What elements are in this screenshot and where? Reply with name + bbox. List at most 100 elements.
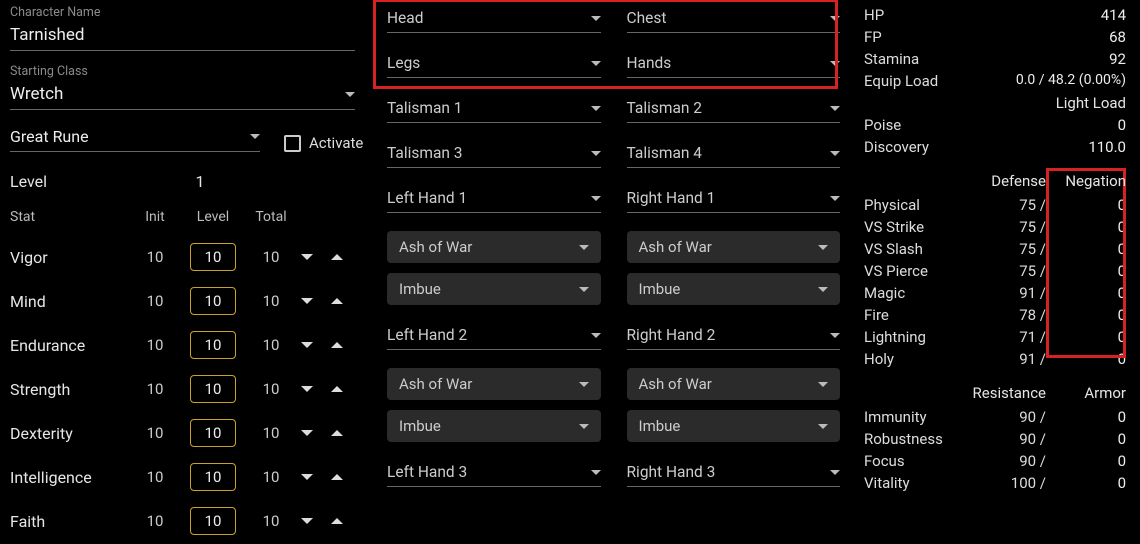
chevron-down-icon [579, 287, 589, 292]
stat-row-strength: Strength101010 [10, 375, 355, 403]
stat-decrease-button[interactable] [296, 246, 318, 268]
stat-name: Endurance [10, 336, 130, 355]
starting-class-select[interactable]: Wretch [10, 81, 355, 110]
right-hand-2-select[interactable]: Right Hand 2 [627, 323, 841, 350]
hp-row: HP414 [864, 6, 1126, 24]
stat-increase-button[interactable] [326, 466, 348, 488]
stat-name: Strength [10, 380, 130, 399]
chevron-down-icon [301, 518, 313, 524]
stat-decrease-button[interactable] [296, 290, 318, 312]
stat-level-input[interactable]: 10 [180, 463, 246, 491]
checkbox-icon[interactable] [284, 135, 301, 152]
stat-level-input[interactable]: 10 [180, 507, 246, 535]
left-hand-2-select[interactable]: Left Hand 2 [387, 323, 601, 350]
lh2-imbue-select[interactable]: Imbue [387, 410, 601, 442]
character-name-field[interactable]: Character Name Tarnished [10, 6, 355, 51]
chevron-up-icon [331, 474, 343, 480]
resist-row: Robustness90 /0 [864, 430, 1126, 448]
stat-level-input[interactable]: 10 [180, 419, 246, 447]
stat-increase-button[interactable] [326, 510, 348, 532]
chevron-down-icon [591, 151, 601, 156]
rh1-ash-select[interactable]: Ash of War [627, 231, 841, 263]
chevron-down-icon [301, 474, 313, 480]
stat-row-vigor: Vigor101010 [10, 243, 355, 271]
stat-increase-button[interactable] [326, 378, 348, 400]
chevron-down-icon [301, 254, 313, 260]
stat-header: Stat Init Level Total [10, 209, 355, 225]
armor-legs-select[interactable]: Legs [387, 51, 601, 78]
equip-load-row: Equip Load0.0 / 48.2 (0.00%) [864, 72, 1126, 90]
stat-decrease-button[interactable] [296, 378, 318, 400]
talisman-2-select[interactable]: Talisman 2 [627, 96, 841, 123]
chevron-down-icon [345, 92, 355, 97]
load-status: Light Load [864, 94, 1126, 112]
stat-name: Mind [10, 292, 130, 311]
chevron-down-icon [818, 287, 828, 292]
defense-row: VS Pierce75 /0 [864, 262, 1126, 280]
great-rune-select[interactable]: Great Rune [10, 124, 260, 152]
left-hand-1-select[interactable]: Left Hand 1 [387, 186, 601, 213]
stat-decrease-button[interactable] [296, 510, 318, 532]
chevron-down-icon [830, 106, 840, 111]
right-hand-1-select[interactable]: Right Hand 1 [627, 186, 841, 213]
chevron-down-icon [591, 16, 601, 21]
chevron-down-icon [579, 424, 589, 429]
armor-head-select[interactable]: Head [387, 6, 601, 33]
chevron-up-icon [331, 254, 343, 260]
starting-class-field[interactable]: Starting Class Wretch [10, 65, 355, 110]
right-hand-3-select[interactable]: Right Hand 3 [627, 460, 841, 487]
stat-decrease-button[interactable] [296, 466, 318, 488]
chevron-down-icon [591, 106, 601, 111]
stat-level-input[interactable]: 10 [180, 243, 246, 271]
character-name-input[interactable]: Tarnished [10, 22, 355, 51]
defense-row: VS Strike75 /0 [864, 218, 1126, 236]
stat-total: 10 [248, 512, 294, 530]
chevron-down-icon [591, 333, 601, 338]
activate-checkbox[interactable]: Activate [284, 134, 363, 152]
stat-level-input[interactable]: 10 [180, 287, 246, 315]
stat-total: 10 [248, 248, 294, 266]
left-hand-3-select[interactable]: Left Hand 3 [387, 460, 601, 487]
chevron-down-icon [830, 196, 840, 201]
armor-hands-select[interactable]: Hands [627, 51, 841, 78]
stat-decrease-button[interactable] [296, 422, 318, 444]
level-row: Level 1 [10, 172, 355, 191]
rh2-ash-select[interactable]: Ash of War [627, 368, 841, 400]
stat-level-input[interactable]: 10 [180, 375, 246, 403]
chevron-down-icon [830, 333, 840, 338]
stat-increase-button[interactable] [326, 422, 348, 444]
stat-row-intelligence: Intelligence101010 [10, 463, 355, 491]
stat-increase-button[interactable] [326, 290, 348, 312]
discovery-row: Discovery110.0 [864, 138, 1126, 156]
lh1-imbue-select[interactable]: Imbue [387, 273, 601, 305]
lh1-ash-select[interactable]: Ash of War [387, 231, 601, 263]
stat-total: 10 [248, 336, 294, 354]
chevron-down-icon [301, 342, 313, 348]
chevron-up-icon [331, 298, 343, 304]
great-rune-field[interactable]: Great Rune [10, 124, 260, 152]
stat-increase-button[interactable] [326, 334, 348, 356]
talisman-3-select[interactable]: Talisman 3 [387, 141, 601, 168]
rh2-imbue-select[interactable]: Imbue [627, 410, 841, 442]
chevron-down-icon [579, 382, 589, 387]
chevron-down-icon [301, 430, 313, 436]
defense-row: Lightning71 /0 [864, 328, 1126, 346]
stat-name: Faith [10, 512, 130, 531]
stat-increase-button[interactable] [326, 246, 348, 268]
stat-init: 10 [132, 248, 178, 266]
lh2-ash-select[interactable]: Ash of War [387, 368, 601, 400]
level-label: Level [10, 172, 47, 191]
starting-class-label: Starting Class [10, 65, 355, 79]
stat-init: 10 [132, 468, 178, 486]
rh1-imbue-select[interactable]: Imbue [627, 273, 841, 305]
resist-header: Resistance Armor [864, 384, 1126, 402]
stat-decrease-button[interactable] [296, 334, 318, 356]
talisman-1-select[interactable]: Talisman 1 [387, 96, 601, 123]
resist-row: Vitality100 /0 [864, 474, 1126, 492]
armor-chest-select[interactable]: Chest [627, 6, 841, 33]
talisman-4-select[interactable]: Talisman 4 [627, 141, 841, 168]
poise-row: Poise0 [864, 116, 1126, 134]
stat-level-input[interactable]: 10 [180, 331, 246, 359]
chevron-down-icon [818, 245, 828, 250]
stat-name: Intelligence [10, 468, 130, 487]
